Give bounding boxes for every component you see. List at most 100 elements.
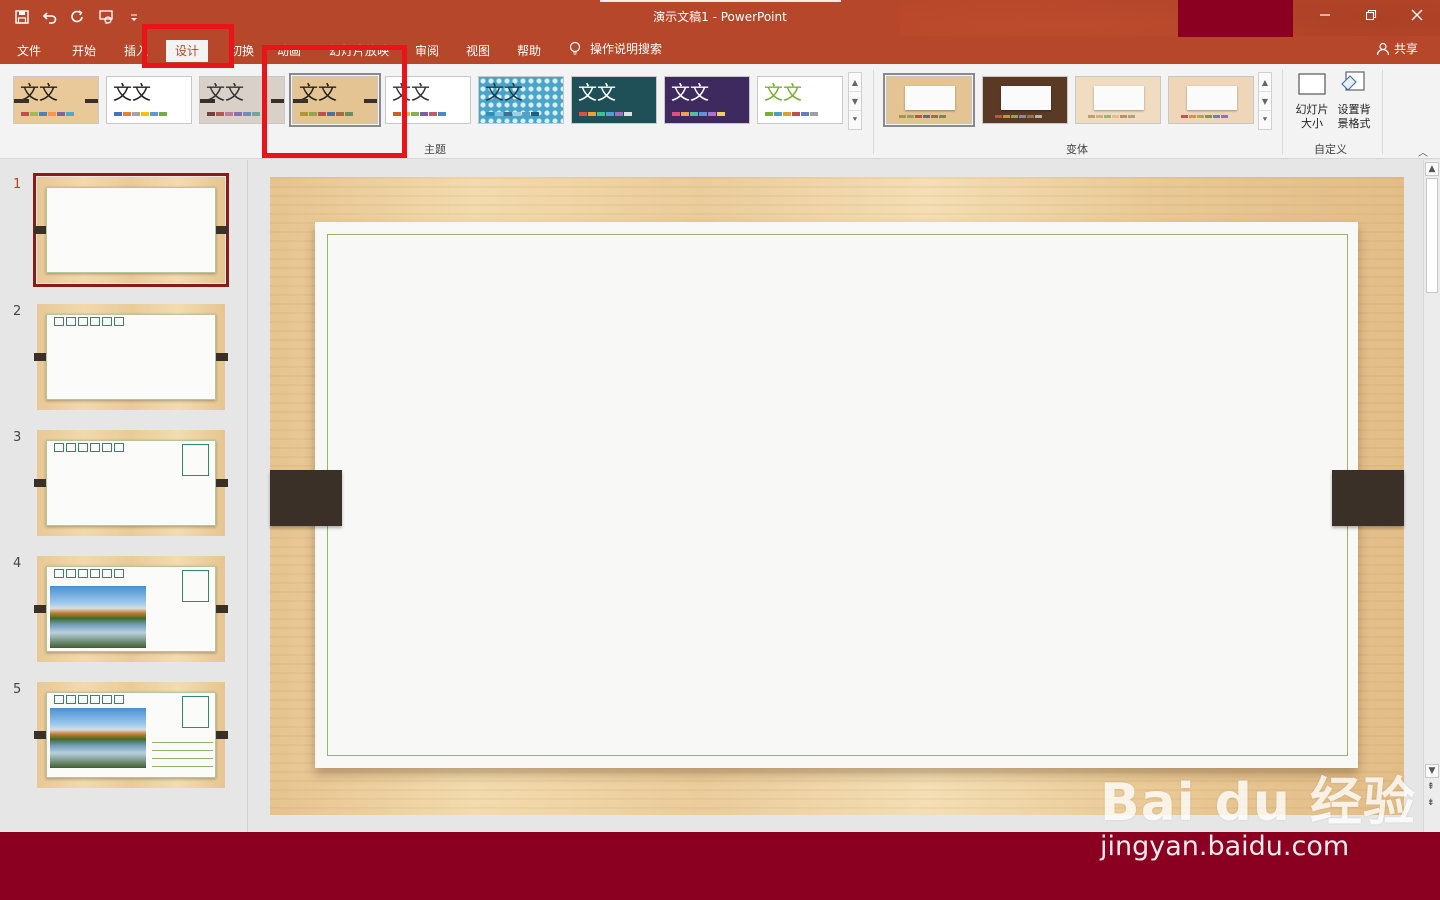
- current-slide[interactable]: [270, 177, 1404, 815]
- color-swatch: [411, 112, 419, 116]
- tab-review[interactable]: 审阅: [411, 40, 443, 62]
- color-swatch: [1128, 115, 1135, 118]
- scroll-up-icon[interactable]: ▲: [1425, 162, 1439, 176]
- theme-thumbnail[interactable]: 文文: [478, 76, 564, 124]
- color-swatch: [1189, 115, 1196, 118]
- color-swatch: [150, 112, 158, 116]
- color-swatch: [672, 112, 680, 116]
- account-area[interactable]: [1178, 0, 1293, 37]
- theme-thumbnail[interactable]: 文文: [199, 76, 285, 124]
- color-swatch: [1011, 115, 1018, 118]
- editor-scrollbar[interactable]: ▲ ▼ ⇞ ⇟: [1423, 160, 1440, 832]
- variant-paper: [905, 86, 955, 110]
- tab-insert[interactable]: 插入: [120, 40, 152, 62]
- close-icon[interactable]: [1394, 0, 1440, 30]
- strap-mark: [34, 479, 46, 487]
- color-swatch: [995, 115, 1002, 118]
- tab-slideshow[interactable]: 幻灯片放映: [325, 40, 393, 62]
- theme-thumbnail[interactable]: 文文: [757, 76, 843, 124]
- gallery-down-icon[interactable]: ▼: [849, 92, 861, 111]
- tab-design[interactable]: 设计: [166, 40, 209, 62]
- strap-mark: [293, 99, 308, 103]
- theme-thumbnail[interactable]: 文文: [664, 76, 750, 124]
- strap-mark: [200, 99, 215, 103]
- variant-thumbnail[interactable]: [1168, 76, 1254, 124]
- ribbon-tabs: 文件 开始 插入 设计 切换 动画 幻灯片放映 审阅 视图 帮助 操作说明搜索 …: [0, 36, 1440, 64]
- theme-color-bars: [393, 112, 446, 116]
- format-background-button[interactable]: 设置背景格式: [1334, 70, 1374, 131]
- postcode-box: [66, 569, 76, 578]
- gallery-up-icon[interactable]: ▲: [849, 73, 861, 92]
- postcode-box: [54, 569, 64, 578]
- landscape-photo: [50, 708, 146, 768]
- strap-mark: [34, 353, 46, 361]
- tab-view[interactable]: 视图: [462, 40, 494, 62]
- group-label-variants: 变体: [1066, 143, 1088, 156]
- color-swatch: [939, 115, 946, 118]
- variants-gallery-scroll: ▲ ▼ ⯆: [1258, 72, 1272, 130]
- slide-thumbnail[interactable]: [34, 556, 228, 662]
- theme-thumbnail[interactable]: 文文: [571, 76, 657, 124]
- color-swatch: [21, 112, 29, 116]
- scroll-thumb[interactable]: [1426, 178, 1438, 293]
- slide-thumbnail[interactable]: [34, 430, 228, 536]
- tab-file[interactable]: 文件: [13, 40, 45, 62]
- postcode-box: [78, 443, 88, 452]
- address-line: [152, 742, 213, 743]
- format-background-label: 设置背景格式: [1337, 103, 1371, 130]
- variant-thumbnail[interactable]: [883, 73, 975, 127]
- color-swatch: [114, 112, 122, 116]
- variant-thumbnail[interactable]: [982, 76, 1068, 124]
- minimize-icon[interactable]: [1302, 0, 1348, 30]
- color-swatch: [1181, 115, 1188, 118]
- slide-inner-frame: [327, 234, 1348, 756]
- postcode-boxes: [54, 443, 124, 452]
- tab-transitions[interactable]: 切换: [226, 40, 258, 62]
- theme-color-bars: [672, 112, 725, 116]
- variant-paper: [1187, 86, 1237, 110]
- gallery-more-icon[interactable]: ⯆: [1259, 111, 1271, 129]
- theme-thumbnail[interactable]: 文文: [289, 73, 381, 127]
- slide-thumbnail[interactable]: [34, 304, 228, 410]
- gallery-more-icon[interactable]: ⯆: [849, 111, 861, 129]
- color-swatch: [1120, 115, 1127, 118]
- strap-mark: [216, 479, 228, 487]
- group-separator: [1382, 70, 1383, 154]
- group-separator: [1282, 70, 1283, 154]
- restore-icon[interactable]: [1348, 0, 1394, 30]
- tab-animations[interactable]: 动画: [273, 40, 305, 62]
- tell-me-search[interactable]: 操作说明搜索: [568, 40, 662, 57]
- slide-thumbnail[interactable]: [34, 682, 228, 788]
- theme-color-bars: [207, 112, 260, 116]
- scroll-down-icon[interactable]: ▼: [1425, 764, 1439, 778]
- color-swatch: [57, 112, 65, 116]
- variant-color-bars: [995, 115, 1042, 118]
- color-swatch: [1104, 115, 1111, 118]
- strap-mark: [216, 605, 228, 613]
- theme-color-bars: [486, 112, 539, 116]
- gallery-down-icon[interactable]: ▼: [1259, 92, 1271, 111]
- slide-size-button[interactable]: 幻灯片大小: [1292, 70, 1332, 131]
- theme-thumbnail[interactable]: 文文: [13, 76, 99, 124]
- color-swatch: [216, 112, 224, 116]
- color-swatch: [717, 112, 725, 116]
- status-bar: [0, 832, 1440, 900]
- theme-color-bars: [300, 112, 353, 116]
- color-swatch: [681, 112, 689, 116]
- stamp-placeholder: [182, 444, 209, 476]
- theme-thumbnail[interactable]: 文文: [385, 76, 471, 124]
- theme-thumbnail[interactable]: 文文: [106, 76, 192, 124]
- color-swatch: [495, 112, 503, 116]
- tab-home[interactable]: 开始: [68, 40, 100, 62]
- theme-color-bars: [579, 112, 632, 116]
- slide-thumbnail[interactable]: [33, 173, 229, 287]
- previous-slide-icon[interactable]: ⇞: [1427, 782, 1435, 792]
- collapse-ribbon-icon[interactable]: ︿: [1418, 144, 1428, 159]
- color-swatch: [159, 112, 167, 116]
- gallery-up-icon[interactable]: ▲: [1259, 73, 1271, 92]
- share-button[interactable]: 共享: [1376, 40, 1418, 57]
- next-slide-icon[interactable]: ⇟: [1427, 798, 1435, 808]
- variant-color-bars: [1088, 115, 1135, 118]
- variant-thumbnail[interactable]: [1075, 76, 1161, 124]
- tab-help[interactable]: 帮助: [513, 40, 545, 62]
